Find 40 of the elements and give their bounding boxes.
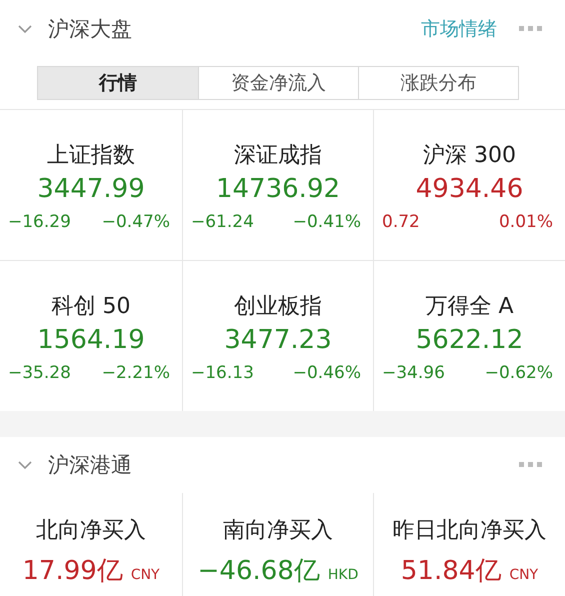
flow-name: 北向净买入 (36, 517, 146, 545)
index-name: 万得全 A (425, 293, 514, 321)
index-value: 5622.12 (416, 325, 524, 355)
index-percent: −2.21% (102, 363, 170, 383)
flow-name: 南向净买入 (223, 517, 333, 545)
flow-value: −46.68亿 (198, 555, 320, 588)
index-percent: −0.47% (102, 212, 170, 232)
index-percent: −0.62% (484, 363, 553, 383)
index-value: 14736.92 (216, 174, 340, 204)
section-title: 沪深港通 (48, 452, 133, 479)
flow-value: 51.84亿 (400, 555, 502, 588)
index-percent: −0.46% (292, 363, 361, 383)
currency-label: CNY (509, 567, 538, 583)
currency-label: CNY (130, 567, 160, 583)
index-percent: 0.01% (498, 212, 553, 232)
flow-value: 17.99亿 (22, 555, 123, 588)
index-name: 沪深 300 (423, 142, 516, 170)
index-value: 3477.23 (224, 325, 332, 355)
section-title: 沪深大盘 (48, 16, 133, 43)
index-change: −16.29 (8, 212, 71, 232)
tab[interactable]: 行情 (38, 67, 198, 99)
index-name: 科创 50 (52, 293, 130, 321)
index-percent: −0.41% (292, 212, 361, 232)
chevron-down-icon[interactable] (18, 460, 32, 470)
index-name: 深证成指 (234, 142, 322, 170)
index-change: 0.72 (382, 212, 420, 232)
index-value: 1564.19 (37, 325, 145, 355)
index-name: 上证指数 (47, 142, 135, 170)
index-change: −35.28 (8, 363, 71, 383)
more-icon[interactable] (519, 462, 543, 468)
index-value: 4934.46 (416, 174, 524, 204)
index-name: 创业板指 (234, 293, 322, 321)
more-icon[interactable] (519, 26, 543, 32)
currency-label: HKD (328, 567, 358, 583)
index-change: −16.13 (191, 363, 254, 383)
flow-name: 昨日北向净买入 (392, 517, 546, 545)
index-value: 3447.99 (37, 174, 145, 204)
index-change: −34.96 (382, 363, 445, 383)
index-change: −61.24 (191, 212, 254, 232)
chevron-down-icon[interactable] (18, 24, 32, 34)
